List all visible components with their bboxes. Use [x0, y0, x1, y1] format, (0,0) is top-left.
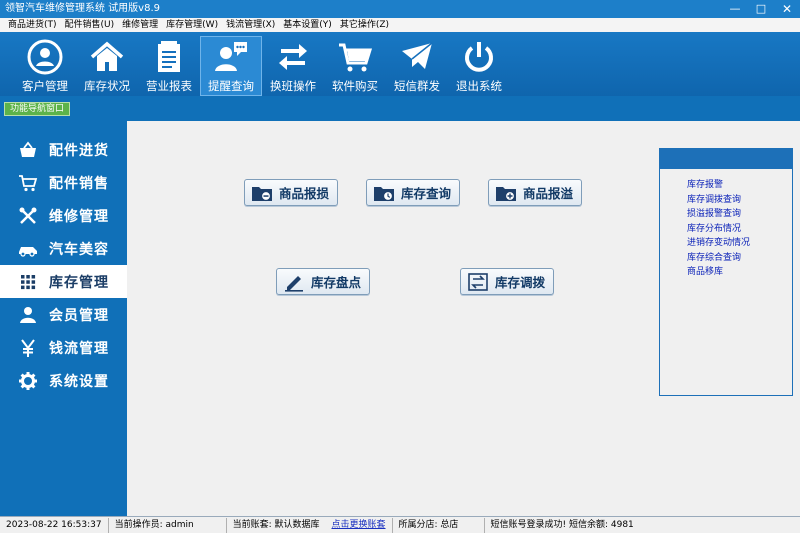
link-stock-overall-query[interactable]: 库存综合查询	[687, 251, 792, 266]
sidebar-item-inventory[interactable]: 库存管理	[0, 265, 127, 298]
mail-icon	[402, 42, 433, 69]
link-transfer-query[interactable]: 库存调拨查询	[687, 193, 792, 208]
cart-icon	[19, 174, 38, 191]
reminder-icon	[215, 42, 247, 71]
home-icon	[90, 41, 124, 71]
panel-header	[660, 149, 792, 169]
nav-tab-strip: 功能导航窗口	[0, 96, 800, 116]
folder-clock-icon	[374, 186, 394, 201]
main-content: 商品报损 库存查询 商品报溢 库存盘点 库存调拨 库存报警 库存调拨查询 损溢报…	[127, 121, 800, 516]
close-button[interactable]: ✕	[774, 0, 800, 18]
link-goods-move[interactable]: 商品移库	[687, 265, 792, 280]
customer-icon	[27, 39, 63, 75]
report-icon	[158, 41, 180, 72]
status-operator: 当前操作员: admin	[109, 517, 227, 533]
toolbar-shift-button[interactable]: 换班操作	[262, 36, 324, 96]
sidebar-item-parts-purchase[interactable]: 配件进货	[0, 133, 127, 166]
power-icon	[465, 42, 493, 72]
nav-window-tab[interactable]: 功能导航窗口	[4, 102, 71, 116]
sidebar-item-settings[interactable]: 系统设置	[0, 364, 127, 397]
menu-parts-sales[interactable]: 配件销售(U)	[61, 18, 119, 32]
menu-other[interactable]: 其它操作(Z)	[336, 18, 393, 32]
folder-minus-icon	[252, 186, 272, 201]
status-account: 当前账套: 默认数据库	[232, 519, 320, 530]
transfer-icon	[468, 272, 488, 291]
folder-plus-icon	[496, 186, 516, 201]
status-branch: 所属分店: 总店	[393, 517, 485, 533]
stock-query-button[interactable]: 库存查询	[366, 179, 461, 206]
user-icon	[20, 306, 36, 323]
tools-icon	[19, 207, 37, 224]
link-loss-overflow-query[interactable]: 损溢报警查询	[687, 207, 792, 222]
sidebar-item-cashflow[interactable]: 钱流管理	[0, 331, 127, 364]
toolbar: 客户管理 库存状况 营业报表 提醒查询 换班操作 软件购买 短信群发 退出系统	[0, 32, 800, 96]
toolbar-purchase-button[interactable]: 软件购买	[324, 36, 386, 96]
goods-overflow-button[interactable]: 商品报溢	[488, 179, 583, 206]
toolbar-sms-button[interactable]: 短信群发	[386, 36, 448, 96]
toolbar-customer-button[interactable]: 客户管理	[14, 36, 76, 96]
toolbar-report-button[interactable]: 营业报表	[138, 36, 200, 96]
pencil-icon	[285, 275, 303, 292]
swap-icon	[279, 44, 307, 70]
menu-inventory[interactable]: 库存管理(W)	[162, 18, 222, 32]
status-datetime: 2023-08-22 16:53:37	[0, 517, 109, 533]
toolbar-reminder-button[interactable]: 提醒查询	[200, 36, 262, 96]
basket-icon	[20, 141, 36, 157]
link-stock-alarm[interactable]: 库存报警	[687, 178, 792, 193]
toolbar-stock-status-button[interactable]: 库存状况	[76, 36, 138, 96]
sidebar-item-members[interactable]: 会员管理	[0, 298, 127, 331]
menu-cashflow[interactable]: 钱流管理(X)	[222, 18, 279, 32]
gear-icon	[19, 371, 37, 390]
cart-icon	[339, 43, 373, 72]
stock-transfer-button[interactable]: 库存调拨	[460, 268, 555, 295]
menu-repair[interactable]: 维修管理	[118, 18, 162, 32]
title-bar: 领智汽车维修管理系统 试用版v8.9 — □ ✕	[0, 0, 800, 18]
maximize-button[interactable]: □	[748, 0, 774, 18]
grid-icon	[21, 274, 36, 289]
sidebar-item-parts-sales[interactable]: 配件销售	[0, 166, 127, 199]
link-stock-distribution[interactable]: 库存分布情况	[687, 222, 792, 237]
sidebar: 配件进货 配件销售 维修管理 汽车美容 库存管理 会员管理 钱流管理 系统设置	[0, 116, 127, 516]
stocktaking-button[interactable]: 库存盘点	[276, 268, 371, 295]
sidebar-item-car-beauty[interactable]: 汽车美容	[0, 232, 127, 265]
minimize-button[interactable]: —	[722, 0, 748, 18]
menu-goods-purchase[interactable]: 商品进货(T)	[4, 18, 61, 32]
yen-icon	[21, 338, 35, 357]
sidebar-item-repair[interactable]: 维修管理	[0, 199, 127, 232]
toolbar-exit-button[interactable]: 退出系统	[448, 36, 510, 96]
link-inout-changes[interactable]: 进销存变动情况	[687, 236, 792, 251]
menu-bar: 商品进货(T) 配件销售(U) 维修管理 库存管理(W) 钱流管理(X) 基本设…	[0, 18, 800, 32]
window-title: 领智汽车维修管理系统 试用版v8.9	[5, 3, 160, 14]
menu-settings[interactable]: 基本设置(Y)	[279, 18, 336, 32]
status-bar: 2023-08-22 16:53:37 当前操作员: admin 当前账套: 默…	[0, 516, 800, 533]
car-icon	[19, 246, 37, 257]
goods-loss-button[interactable]: 商品报损	[244, 179, 339, 206]
quick-links-panel: 库存报警 库存调拨查询 损溢报警查询 库存分布情况 进销存变动情况 库存综合查询…	[659, 148, 793, 396]
switch-account-link[interactable]: 点击更换账套	[326, 517, 393, 533]
status-sms: 短信账号登录成功! 短信余额: 4981	[490, 519, 634, 530]
